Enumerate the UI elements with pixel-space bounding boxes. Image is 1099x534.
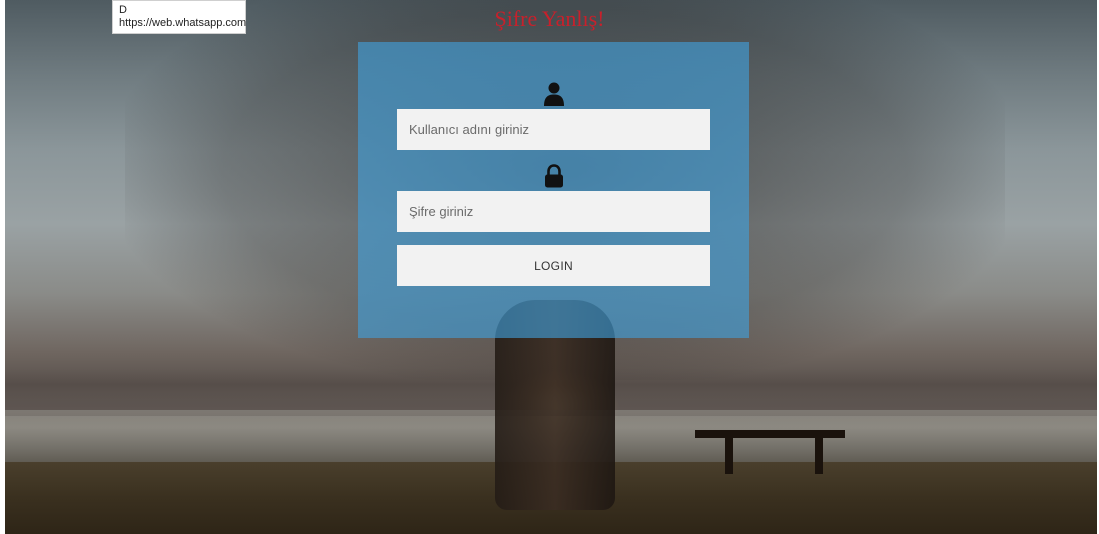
login-panel: LOGIN (358, 42, 749, 338)
login-button[interactable]: LOGIN (397, 245, 710, 286)
tooltip-title: D (119, 4, 127, 16)
user-icon (543, 82, 564, 106)
bench-leg (815, 432, 823, 474)
bench-leg (725, 432, 733, 474)
lock-icon (544, 164, 563, 188)
link-tooltip: D https://web.whatsapp.com (112, 0, 246, 34)
tooltip-url: https://web.whatsapp.com (119, 17, 247, 29)
password-input[interactable] (397, 191, 710, 232)
username-input[interactable] (397, 109, 710, 150)
